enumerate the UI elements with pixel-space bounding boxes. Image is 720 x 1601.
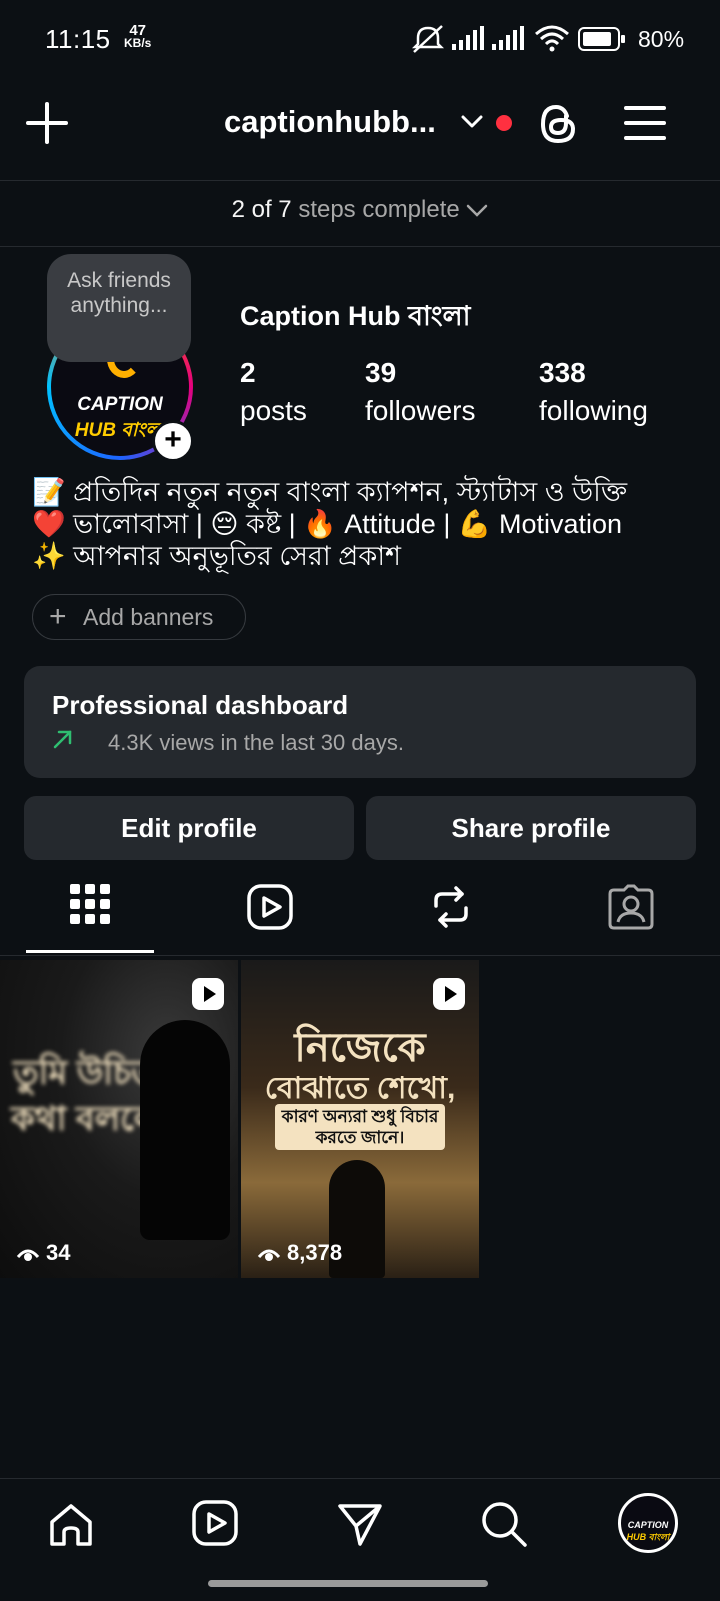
following-label: following xyxy=(539,395,648,426)
post-overlay-caption: কারণ অন্যরা শুধু বিচার করতে জানে। xyxy=(275,1104,445,1150)
reposts-icon[interactable] xyxy=(428,884,474,930)
dashboard-subtitle: 4.3K views in the last 30 days. xyxy=(108,730,404,755)
divider xyxy=(0,180,720,181)
posts-stat[interactable]: 2 posts xyxy=(240,354,307,430)
view-count-value: 8,378 xyxy=(287,1240,343,1265)
trend-up-icon xyxy=(53,730,72,749)
menu-icon[interactable] xyxy=(624,104,666,142)
bio-line: 📝 প্রতিদিন নতুন নতুন বাংলা ক্যাপশন, স্ট্… xyxy=(32,477,628,507)
share-profile-button[interactable]: Share profile xyxy=(366,796,696,860)
add-story-button[interactable]: + xyxy=(152,420,194,462)
avatar-logo-text-1: CAPTION xyxy=(77,394,163,415)
reel-badge-icon xyxy=(433,978,465,1010)
plus-icon[interactable] xyxy=(26,102,68,144)
following-stat[interactable]: 338 following xyxy=(539,354,648,430)
search-icon[interactable] xyxy=(480,1500,528,1548)
bio-line: ✨ আপনার অনুভূতির সেরা প্রকাশ xyxy=(32,541,402,571)
post-thumbnail[interactable]: নিজেকে বোঝাতে শেখো, কারণ অন্যরা শুধু বিচ… xyxy=(241,960,479,1278)
reels-icon[interactable] xyxy=(192,1500,238,1546)
signal-2-icon xyxy=(492,26,524,50)
grid-icon[interactable] xyxy=(70,884,110,924)
active-tab-indicator xyxy=(26,950,154,953)
home-indicator[interactable] xyxy=(208,1580,488,1587)
reel-badge-icon xyxy=(192,978,224,1010)
chevron-down-icon[interactable] xyxy=(460,114,484,130)
eye-icon xyxy=(16,1249,40,1262)
battery-percentage: 80% xyxy=(638,26,685,52)
followers-stat[interactable]: 39 followers xyxy=(365,354,475,430)
send-icon[interactable] xyxy=(336,1500,384,1548)
status-time: 11:15 xyxy=(45,24,111,54)
bio-line: ❤️ ভালোবাসা | 😔 কষ্ট | 🔥 Attitude | 💪 Mo… xyxy=(32,509,623,539)
net-speed-unit: KB/s xyxy=(124,36,152,50)
mute-icon xyxy=(411,25,445,53)
steps-count: 2 of 7 xyxy=(231,196,292,223)
home-icon[interactable] xyxy=(48,1502,94,1548)
threads-icon[interactable] xyxy=(537,102,579,146)
posts-count: 2 xyxy=(240,357,256,388)
reels-tab-icon[interactable] xyxy=(247,884,293,930)
followers-label: followers xyxy=(365,395,476,426)
nav-avatar-text-1: CAPTION xyxy=(627,1520,669,1530)
post-thumbnail[interactable]: তুমি উচিত কথা বললে 34 xyxy=(0,960,238,1278)
edit-profile-button[interactable]: Edit profile xyxy=(24,796,354,860)
view-count: 8,378 xyxy=(257,1240,342,1266)
chevron-down-icon xyxy=(467,204,488,217)
post-overlay-text: তুমি উচিত কথা বললে xyxy=(10,1054,160,1138)
display-name: Caption Hub বাংলা xyxy=(240,301,471,331)
nav-avatar-text-2: HUB বাংলা xyxy=(626,1532,670,1542)
add-banners-button[interactable]: + Add banners xyxy=(32,594,246,640)
steps-progress[interactable]: 2 of 7 steps complete xyxy=(0,196,720,224)
steps-label: steps complete xyxy=(298,196,460,223)
note-bubble[interactable]: Ask friends anything... xyxy=(47,254,191,362)
username-switcher[interactable]: captionhubb... xyxy=(224,104,436,140)
professional-dashboard-card[interactable]: Professional dashboard 4.3K views in the… xyxy=(24,666,696,778)
net-speed: 47 KB/s xyxy=(124,23,152,50)
view-count: 34 xyxy=(16,1240,70,1266)
view-count-value: 34 xyxy=(46,1240,71,1265)
plus-icon: + xyxy=(49,600,67,633)
signal-1-icon xyxy=(452,26,484,50)
wifi-icon xyxy=(535,25,569,52)
notification-dot xyxy=(496,115,512,131)
divider xyxy=(0,955,720,956)
tagged-icon[interactable] xyxy=(608,884,654,930)
battery-icon xyxy=(578,27,625,51)
eye-icon xyxy=(257,1249,281,1262)
followers-count: 39 xyxy=(365,357,397,388)
add-banners-label: Add banners xyxy=(83,604,214,630)
bio: 📝 প্রতিদিন নতুন নতুন বাংলা ক্যাপশন, স্ট্… xyxy=(32,476,712,572)
profile-tab-avatar[interactable]: CAPTION HUB বাংলা xyxy=(618,1493,678,1553)
following-count: 338 xyxy=(539,357,586,388)
posts-label: posts xyxy=(240,395,307,426)
silhouette xyxy=(140,1020,230,1240)
divider xyxy=(0,246,720,247)
dashboard-title: Professional dashboard xyxy=(52,690,349,720)
